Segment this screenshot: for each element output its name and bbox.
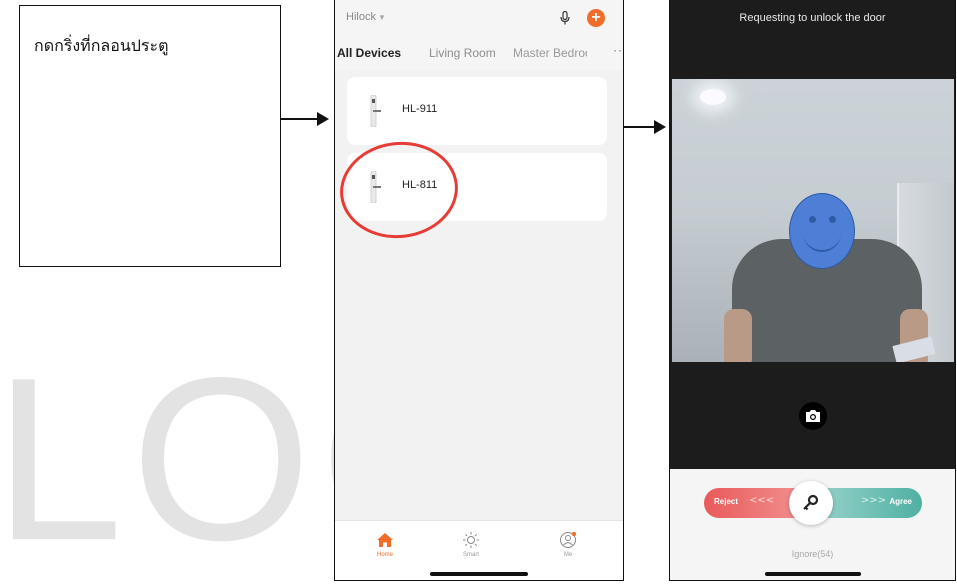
reject-label: Reject	[714, 497, 739, 506]
microphone-icon[interactable]	[560, 11, 570, 25]
chevron-down-icon: ▼	[377, 13, 386, 22]
nav-label: Smart	[462, 552, 479, 558]
ignore-button[interactable]: Ignore(54)	[670, 549, 955, 559]
door-request-screen: Requesting to unlock the door Reject <<<	[669, 0, 956, 581]
door-lock-icon	[370, 95, 381, 127]
arrow-to-door-request-icon	[624, 120, 666, 134]
agree-chevrons: >>>	[860, 495, 886, 506]
instruction-note: กดกริ่งที่กลอนประตู	[19, 5, 281, 267]
home-icon	[377, 533, 393, 547]
device-name: HL-911	[402, 103, 438, 115]
tab-living-room[interactable]: Living Room	[429, 46, 496, 60]
unlock-slider-handle[interactable]	[789, 481, 833, 525]
smiley-mouth	[803, 224, 841, 252]
home-name: Hilock	[346, 11, 376, 23]
sun-icon	[463, 532, 479, 548]
request-title: Requesting to unlock the door	[739, 12, 886, 24]
unlock-panel: Reject <<< >>> Agree Ignore(54)	[670, 469, 955, 580]
smiley-face-icon	[789, 193, 855, 269]
more-tabs-icon[interactable]: ···	[613, 43, 623, 57]
ceiling-light	[700, 89, 726, 105]
room-tabs: All Devices Living Room Master Bedroo ··…	[335, 43, 623, 66]
smiley-eye	[829, 216, 836, 223]
device-list-screen: Hilock ▼ + All Devices Living Room Master…	[334, 0, 624, 581]
agree-label: Agree	[889, 497, 912, 506]
tab-master-bedroom[interactable]: Master Bedroo	[513, 46, 587, 60]
snapshot-button[interactable]	[799, 402, 827, 430]
visitor-arm-left	[724, 309, 752, 362]
smiley-eye	[809, 216, 816, 223]
camera-icon	[806, 410, 820, 422]
add-device-button[interactable]: +	[587, 9, 605, 27]
nav-smart[interactable]: Smart	[451, 531, 491, 558]
tab-all-devices[interactable]: All Devices	[337, 46, 401, 60]
unlock-slider[interactable]: Reject <<< >>> Agree	[704, 481, 922, 525]
device-card-hl-911[interactable]: HL-911	[347, 77, 607, 145]
nav-label: Home	[376, 552, 393, 558]
arrow-to-app-icon	[281, 112, 329, 126]
app-header: Hilock ▼ + All Devices Living Room Master…	[335, 0, 623, 70]
nav-home[interactable]: Home	[365, 531, 405, 558]
instruction-text: กดกริ่งที่กลอนประตู	[34, 36, 169, 55]
home-selector[interactable]: Hilock ▼	[346, 11, 386, 23]
nav-me[interactable]: Me	[548, 531, 588, 558]
reject-chevrons: <<<	[749, 495, 775, 506]
profile-icon	[560, 531, 577, 548]
home-indicator	[430, 572, 528, 576]
key-icon	[803, 494, 819, 511]
camera-feed	[672, 79, 954, 362]
home-indicator	[765, 572, 861, 576]
nav-label: Me	[563, 552, 573, 558]
